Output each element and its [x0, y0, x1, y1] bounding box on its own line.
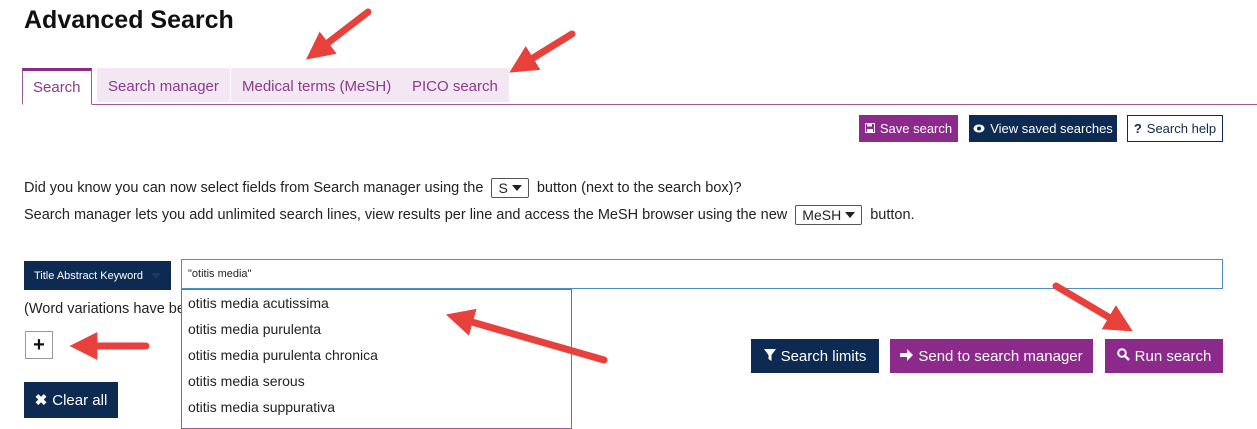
annotation-arrow [509, 30, 576, 73]
search-help-button[interactable]: ? Search help [1127, 115, 1223, 142]
page-title: Advanced Search [24, 6, 234, 34]
caret-down-icon [151, 272, 162, 279]
autocomplete-dropdown: otitis media acutissima otitis media pur… [181, 289, 572, 429]
tab-pico-search[interactable]: PICO search [401, 68, 509, 102]
clear-all-label: Clear all [52, 391, 108, 409]
tab-bar: Search Search manager Medical terms (MeS… [22, 68, 1257, 105]
tab-search[interactable]: Search [22, 68, 92, 105]
info-text: button. [870, 206, 915, 223]
tab-medical-terms-mesh[interactable]: Medical terms (MeSH) [231, 68, 403, 102]
info-text: Search manager lets you add unlimited se… [24, 206, 788, 223]
send-to-search-manager-button[interactable]: Send to search manager [890, 339, 1093, 373]
mesh-label: MeSH [802, 207, 842, 223]
caret-down-icon [511, 185, 522, 191]
eye-icon [973, 121, 985, 136]
floppy-disk-icon [864, 121, 875, 136]
s-label: S [498, 180, 508, 196]
info-line-1: Did you know you can now select fields f… [24, 178, 742, 198]
magnifier-icon [1116, 347, 1130, 365]
mesh-example-button: MeSH [795, 205, 863, 225]
save-search-label: Save search [879, 121, 953, 136]
suggestion-item[interactable]: otitis media suppurativa [182, 394, 571, 420]
view-saved-searches-label: View saved searches [990, 121, 1113, 136]
search-field-label: Title Abstract Keyword [34, 269, 144, 282]
arrow-right-icon [900, 348, 914, 365]
search-limits-label: Search limits [780, 347, 867, 365]
run-search-label: Run search [1134, 347, 1212, 365]
clear-all-button[interactable]: ✖ Clear all [24, 382, 118, 418]
caret-down-icon [845, 212, 856, 218]
close-icon: ✖ [34, 392, 48, 409]
add-search-line-button[interactable]: + [25, 331, 53, 359]
annotation-arrow [306, 8, 372, 60]
field-select-example-button: S [491, 178, 529, 198]
suggestion-item[interactable]: otitis media purulenta [182, 316, 571, 342]
search-field-select[interactable]: Title Abstract Keyword [24, 261, 171, 290]
search-input[interactable] [181, 259, 1223, 289]
save-search-button[interactable]: Save search [859, 115, 958, 142]
filter-icon [763, 348, 776, 365]
view-saved-searches-button[interactable]: View saved searches [969, 115, 1117, 142]
word-variations-note: (Word variations have be [24, 301, 182, 317]
suggestion-item[interactable]: otitis media acutissima [182, 290, 571, 316]
run-search-button[interactable]: Run search [1105, 339, 1223, 373]
question-icon: ? [1133, 121, 1142, 136]
info-text: Did you know you can now select fields f… [24, 179, 484, 196]
search-help-label: Search help [1146, 121, 1217, 136]
info-line-2: Search manager lets you add unlimited se… [24, 205, 915, 225]
annotation-arrow [1052, 282, 1133, 332]
search-limits-button[interactable]: Search limits [751, 339, 879, 373]
info-text: button (next to the search box)? [536, 179, 742, 196]
suggestion-item[interactable]: otitis media purulenta chronica [182, 342, 571, 368]
suggestion-item[interactable]: otitis media serous [182, 368, 571, 394]
send-to-search-manager-label: Send to search manager [918, 347, 1083, 365]
tab-search-manager[interactable]: Search manager [97, 68, 230, 102]
